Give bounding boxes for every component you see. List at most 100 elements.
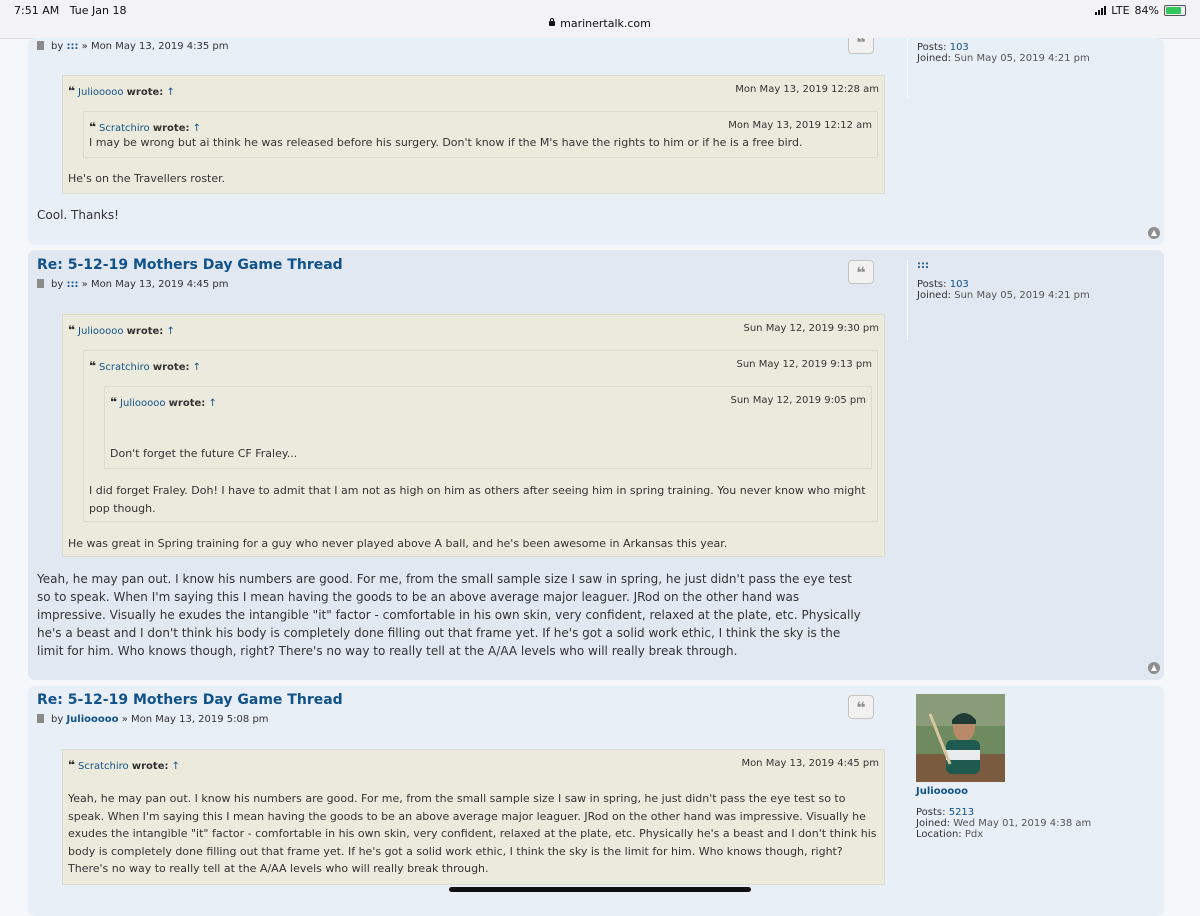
status-indicators: LTE 84% bbox=[1095, 4, 1186, 17]
status-date: Tue Jan 18 bbox=[69, 4, 127, 17]
quote-text: I did forget Fraley. Doh! I have to admi… bbox=[89, 484, 866, 515]
lock-icon bbox=[549, 18, 556, 26]
address-bar[interactable]: marinertalk.com bbox=[0, 17, 1200, 30]
quote-date: Mon May 13, 2019 12:28 am bbox=[735, 84, 879, 95]
quote-text: He's on the Travellers roster. bbox=[68, 172, 226, 185]
post-date: » Mon May 13, 2019 4:45 pm bbox=[81, 279, 229, 290]
nested-quote-block: ❝ Scratchiro wrote: ↑ Sun May 12, 2019 9:… bbox=[83, 350, 878, 522]
quote-header: ❝ Scratchiro wrote: ↑ Sun May 12, 2019 9:… bbox=[89, 359, 872, 373]
quote-author-link[interactable]: Scratchiro bbox=[99, 362, 150, 373]
post-date: » Mon May 13, 2019 4:35 pm bbox=[81, 41, 229, 52]
quote-icon: ❝ bbox=[68, 84, 76, 98]
post-title-link[interactable]: Re: 5-12-19 Mothers Day Game Thread bbox=[37, 257, 343, 273]
post-profile: ::: Posts: 103 Joined: Sun May 05, 2019 … bbox=[907, 260, 1090, 340]
post-text: Cool. Thanks! bbox=[37, 208, 119, 222]
post-file-icon[interactable] bbox=[37, 279, 44, 288]
joined-label: Joined: bbox=[916, 818, 951, 829]
signal-icon bbox=[1095, 6, 1107, 15]
url-text: marinertalk.com bbox=[560, 17, 651, 30]
quote-text: I may be wrong but ai think he was relea… bbox=[89, 136, 803, 149]
post-profile: Juliooooo Posts: 5213 Joined: Wed May 01… bbox=[907, 694, 1091, 854]
quote-jump-link[interactable]: ↑ bbox=[166, 326, 174, 337]
quote-icon: ❝ bbox=[89, 359, 97, 373]
quote-author-link[interactable]: Juliooooo bbox=[78, 326, 123, 337]
post-meta: by Juliooooo » Mon May 13, 2019 5:08 pm bbox=[37, 714, 269, 725]
post-author-link[interactable]: ::: bbox=[66, 279, 78, 290]
posts-count[interactable]: 5213 bbox=[949, 807, 974, 818]
post-1: ❝ by ::: » Mon May 13, 2019 4:35 pm Post… bbox=[28, 38, 1164, 245]
posts-count[interactable]: 103 bbox=[950, 42, 969, 53]
status-bar: 7:51 AM Tue Jan 18 marinertalk.com LTE 8… bbox=[0, 0, 1200, 39]
posts-count[interactable]: 103 bbox=[950, 279, 969, 290]
post-3: Re: 5-12-19 Mothers Day Game Thread ❝ by… bbox=[28, 686, 1164, 916]
quote-text: Yeah, he may pan out. I know his numbers… bbox=[68, 792, 877, 875]
quote-button[interactable]: ❝ bbox=[848, 260, 874, 284]
quote-jump-link[interactable]: ↑ bbox=[166, 87, 174, 98]
posts-label: Posts: bbox=[917, 42, 947, 53]
quote-button[interactable]: ❝ bbox=[848, 695, 874, 719]
quote-author-link[interactable]: Juliooooo bbox=[120, 398, 165, 409]
post-author-link[interactable]: ::: bbox=[66, 41, 78, 52]
home-indicator[interactable] bbox=[449, 887, 751, 892]
posts-label: Posts: bbox=[916, 807, 946, 818]
quote-date: Mon May 13, 2019 12:12 am bbox=[728, 120, 872, 131]
nested-quote-block-deep: ❝ Juliooooo wrote: ↑ Sun May 12, 2019 9:0… bbox=[104, 386, 872, 469]
joined-label: Joined: bbox=[917, 53, 952, 64]
quote-author-link[interactable]: Juliooooo bbox=[78, 87, 123, 98]
back-to-top-icon[interactable]: ▲ bbox=[1148, 227, 1160, 239]
quote-author-link[interactable]: Scratchiro bbox=[99, 123, 150, 134]
location-value: Pdx bbox=[964, 829, 984, 840]
quote-header: ❝ Juliooooo wrote: ↑ Sun May 12, 2019 9:0… bbox=[110, 395, 866, 409]
location-label: Location: bbox=[916, 829, 962, 840]
post-file-icon[interactable] bbox=[37, 714, 44, 723]
quote-date: Sun May 12, 2019 9:13 pm bbox=[736, 359, 873, 370]
quote-text: He was great in Spring training for a gu… bbox=[68, 537, 728, 550]
post-profile: Posts: 103 Joined: Sun May 05, 2019 4:21… bbox=[907, 38, 1090, 98]
posts-label: Posts: bbox=[917, 279, 947, 290]
joined-date: Sun May 05, 2019 4:21 pm bbox=[954, 53, 1090, 64]
status-time: 7:51 AM Tue Jan 18 bbox=[14, 4, 126, 17]
post-text: Yeah, he may pan out. I know his numbers… bbox=[37, 572, 861, 658]
joined-date: Sun May 05, 2019 4:21 pm bbox=[954, 290, 1090, 301]
quote-block: ❝ Juliooooo wrote: ↑ Mon May 13, 2019 12:… bbox=[62, 75, 885, 194]
quote-wrote-label: wrote: bbox=[131, 761, 169, 772]
meta-by: by bbox=[51, 714, 64, 725]
quote-author-link[interactable]: Scratchiro bbox=[78, 761, 129, 772]
quote-text: Don't forget the future CF Fraley... bbox=[110, 447, 298, 460]
joined-date: Wed May 01, 2019 4:38 am bbox=[953, 818, 1092, 829]
quote-wrote-label: wrote: bbox=[152, 123, 190, 134]
post-title-link[interactable]: Re: 5-12-19 Mothers Day Game Thread bbox=[37, 692, 343, 708]
quote-header: ❝ Juliooooo wrote: ↑ Mon May 13, 2019 12:… bbox=[68, 84, 879, 98]
quote-date: Mon May 13, 2019 4:45 pm bbox=[741, 758, 879, 769]
nested-quote-block: ❝ Scratchiro wrote: ↑ Mon May 13, 2019 12… bbox=[83, 111, 878, 158]
profile-username-link[interactable]: ::: bbox=[917, 260, 1090, 271]
profile-username-link[interactable]: Juliooooo bbox=[916, 786, 1091, 797]
quote-header: ❝ Juliooooo wrote: ↑ Sun May 12, 2019 9:3… bbox=[68, 323, 879, 337]
quote-button[interactable]: ❝ bbox=[848, 38, 874, 54]
post-2: Re: 5-12-19 Mothers Day Game Thread ❝ by… bbox=[28, 250, 1164, 680]
post-author-link[interactable]: Juliooooo bbox=[66, 714, 118, 725]
post-meta: by ::: » Mon May 13, 2019 4:35 pm bbox=[37, 41, 229, 52]
quote-header: ❝ Scratchiro wrote: ↑ Mon May 13, 2019 4:… bbox=[68, 758, 879, 772]
network-label: LTE bbox=[1111, 4, 1130, 17]
quote-block: ❝ Scratchiro wrote: ↑ Mon May 13, 2019 4:… bbox=[62, 749, 885, 885]
quote-date: Sun May 12, 2019 9:05 pm bbox=[730, 395, 867, 406]
quote-jump-link[interactable]: ↑ bbox=[193, 362, 201, 373]
battery-fill bbox=[1166, 7, 1181, 14]
quote-wrote-label: wrote: bbox=[152, 362, 190, 373]
back-to-top-icon[interactable]: ▲ bbox=[1148, 662, 1160, 674]
quote-jump-link[interactable]: ↑ bbox=[172, 761, 180, 772]
post-meta: by ::: » Mon May 13, 2019 4:45 pm bbox=[37, 279, 229, 290]
quote-icon: ❝ bbox=[89, 120, 97, 134]
quote-icon: ❝ bbox=[68, 758, 76, 772]
quote-jump-link[interactable]: ↑ bbox=[208, 398, 216, 409]
status-clock: 7:51 AM bbox=[14, 4, 60, 17]
quote-block: ❝ Juliooooo wrote: ↑ Sun May 12, 2019 9:3… bbox=[62, 314, 885, 557]
post-file-icon[interactable] bbox=[37, 41, 44, 50]
quote-icon: ❝ bbox=[110, 395, 118, 409]
quote-jump-link[interactable]: ↑ bbox=[193, 123, 201, 134]
quote-header: ❝ Scratchiro wrote: ↑ Mon May 13, 2019 12… bbox=[89, 120, 872, 134]
battery-percent: 84% bbox=[1134, 4, 1159, 17]
meta-by: by bbox=[51, 41, 64, 52]
quote-wrote-label: wrote: bbox=[126, 326, 164, 337]
